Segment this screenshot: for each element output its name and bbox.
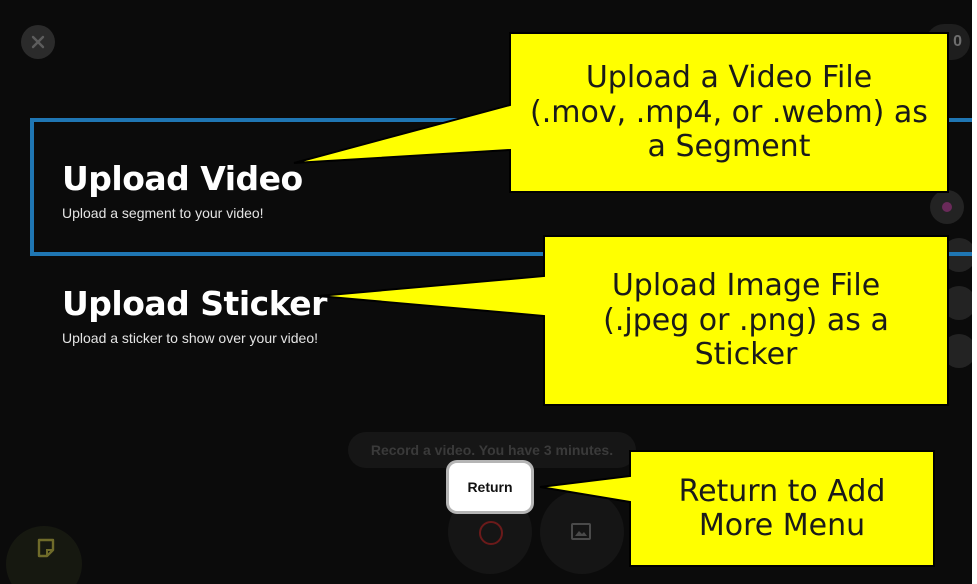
- sticker-icon: [37, 538, 55, 558]
- video-callout-line-1: Upload a Video File: [585, 60, 873, 96]
- video-callout-line-2: (.mov, .mp4, or .webm) as: [530, 94, 928, 130]
- upload-video-title: Upload Video: [62, 159, 303, 198]
- close-icon: [31, 35, 45, 49]
- image-upload-button[interactable]: [540, 490, 624, 574]
- return-callout-text: Return to Add More Menu: [632, 456, 932, 562]
- record-hint-text: Record a video. You have 3 minutes.: [370, 442, 614, 458]
- image-icon: [571, 523, 591, 540]
- side-button-4[interactable]: [942, 334, 972, 368]
- page-edge: [972, 0, 977, 584]
- sticker-button[interactable]: [6, 526, 82, 584]
- return-callout-line-2: More Menu: [698, 508, 866, 543]
- return-button[interactable]: Return: [449, 463, 531, 511]
- sticker-callout-line-3: Sticker: [694, 337, 798, 373]
- sticker-callout-line-1: Upload Image File: [611, 268, 881, 304]
- upload-video-subtitle: Upload a segment to your video!: [62, 205, 264, 221]
- record-icon: [479, 521, 503, 545]
- sticker-callout-line-2: (.jpeg or .png) as a: [603, 302, 889, 338]
- timer-value: 0: [953, 33, 962, 50]
- return-callout-line-1: Return to Add: [678, 473, 886, 509]
- upload-sticker-subtitle: Upload a sticker to show over your video…: [62, 330, 319, 346]
- side-button-3[interactable]: [942, 286, 972, 320]
- upload-sticker-option[interactable]: Upload Sticker: [62, 284, 327, 323]
- return-button-label: Return: [467, 479, 513, 495]
- video-callout-line-3: a Segment: [647, 129, 811, 165]
- close-button[interactable]: [21, 25, 55, 59]
- video-callout-text: Upload a Video File (.mov, .mp4, or .web…: [512, 38, 946, 188]
- sticker-callout-text: Upload Image File (.jpeg or .png) as a S…: [546, 242, 946, 400]
